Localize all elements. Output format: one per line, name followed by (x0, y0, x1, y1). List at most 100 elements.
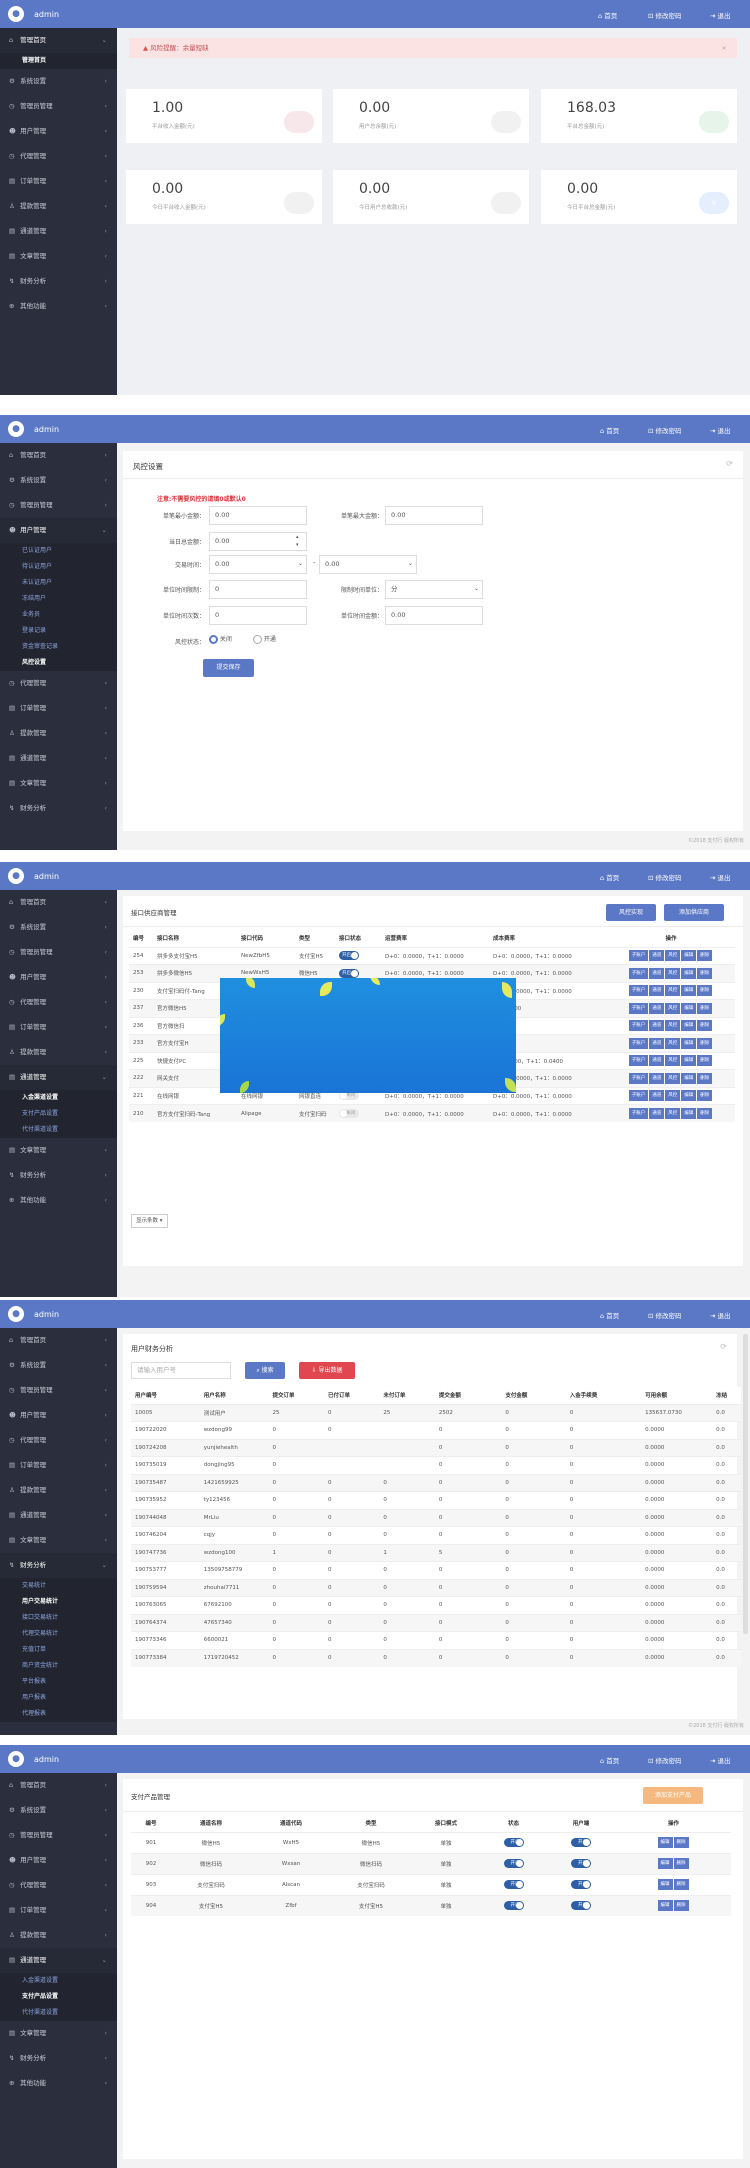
status-toggle[interactable]: 开启 (503, 1838, 524, 1847)
row-action-button[interactable]: 删除 (673, 1900, 689, 1912)
sidebar-item[interactable]: ☻ 用户管理 ‹ (0, 1403, 117, 1428)
sidebar-sub-item[interactable]: 代付渠道设置 (0, 2005, 117, 2021)
row-action-button[interactable]: 删除 (673, 1837, 689, 1848)
add-provider-button[interactable]: 添加供应商 (664, 904, 724, 921)
row-action-button[interactable]: 编辑 (657, 1879, 673, 1890)
sidebar-item[interactable]: ⌂ 管理首页 ‹ (0, 1773, 117, 1798)
refresh-icon[interactable]: ⟳ (726, 459, 733, 468)
row-action-button[interactable]: 通道 (649, 950, 665, 962)
min-amount-input[interactable]: 0.00 (209, 506, 307, 525)
row-action-button[interactable]: 编辑 (657, 1900, 673, 1912)
row-action-button[interactable]: 子账户 (628, 1090, 649, 1102)
add-product-button[interactable]: 添加支付产品 (643, 1787, 703, 1804)
sidebar-item[interactable]: ◷ 管理员管理 ‹ (0, 493, 117, 518)
row-action-button[interactable]: 删除 (673, 1858, 689, 1869)
scrollbar[interactable] (743, 1334, 748, 1634)
export-button[interactable]: ⇩ 导出数据 (299, 1362, 355, 1379)
sidebar-item[interactable]: ⌂ 管理首页 ‹ (0, 890, 117, 915)
row-action-button[interactable]: 风控 (665, 1002, 681, 1014)
row-action-button[interactable]: 编辑 (681, 1020, 697, 1032)
radio-off[interactable]: 关闭 (209, 634, 232, 644)
search-button[interactable]: ⌕ 搜索 (245, 1362, 285, 1379)
sidebar-item[interactable]: ⊕ 其他功能 ‹ (0, 294, 117, 319)
row-action-button[interactable]: 删除 (697, 1090, 713, 1102)
sidebar-sub-item[interactable]: 用户交易统计 (0, 1594, 117, 1610)
sidebar-item[interactable]: ⊕ 其他功能 ‹ (0, 2071, 117, 2096)
unit-amount-input[interactable]: 0.00 (385, 606, 483, 625)
sidebar-item[interactable]: ◷ 代理管理 ‹ (0, 1428, 117, 1453)
user-avatar-icon[interactable]: ● (8, 1306, 24, 1322)
sidebar-item[interactable]: ↯ 财务分析 ‹ (0, 1163, 117, 1188)
sidebar-sub-item[interactable]: 充值订单 (0, 1642, 117, 1658)
status-toggle[interactable]: 开启 (571, 1838, 591, 1847)
user-avatar-icon[interactable]: ● (8, 1751, 24, 1767)
row-action-button[interactable]: 删除 (697, 950, 713, 962)
home-link[interactable]: ⌂ 首页 (600, 1310, 619, 1320)
row-action-button[interactable]: 编辑 (681, 1090, 697, 1102)
row-action-button[interactable]: 风控 (665, 1037, 681, 1049)
status-toggle[interactable]: 关闭 (339, 1109, 359, 1118)
row-action-button[interactable]: 风控 (665, 950, 681, 962)
row-action-button[interactable]: 子账户 (628, 1020, 649, 1032)
row-action-button[interactable]: 删除 (697, 1072, 713, 1084)
sidebar-item[interactable]: ▤ 文章管理 ‹ (0, 771, 117, 796)
unit-time-select[interactable]: 分 (385, 580, 483, 599)
row-action-button[interactable]: 子账户 (628, 1072, 649, 1084)
change-password-link[interactable]: ⊡ 修改密码 (648, 1755, 682, 1765)
sidebar-item[interactable]: ▤ 订单管理 ‹ (0, 169, 117, 194)
radio-on[interactable]: 开通 (253, 634, 276, 644)
row-action-button[interactable]: 子账户 (628, 950, 649, 962)
sidebar-sub-item[interactable]: 资金审查记录 (0, 639, 117, 655)
page-size-select[interactable]: 显示条数 ▾ (131, 1214, 168, 1228)
sidebar-item[interactable]: ⚙ 系统设置 ‹ (0, 915, 117, 940)
time-end-select[interactable]: 0.00 (319, 555, 417, 574)
sidebar-item[interactable]: ♙ 提款管理 ‹ (0, 194, 117, 219)
row-action-button[interactable]: 编辑 (681, 1037, 697, 1049)
row-action-button[interactable]: 风控 (665, 1055, 681, 1067)
row-action-button[interactable]: 删除 (697, 985, 713, 997)
sidebar-item[interactable]: ♙ 提款管理 ‹ (0, 721, 117, 746)
home-link[interactable]: ⌂ 首页 (600, 872, 619, 882)
user-avatar-icon[interactable]: ● (8, 868, 24, 884)
status-toggle[interactable]: 开启 (339, 951, 359, 961)
sidebar-item[interactable]: ▤ 通道管理 ⌄ (0, 1065, 117, 1090)
status-toggle[interactable]: 开启 (503, 1901, 524, 1911)
sidebar-item[interactable]: ⊕ 其他功能 ‹ (0, 1188, 117, 1213)
sidebar-item[interactable]: ↯ 财务分析 ‹ (0, 269, 117, 294)
row-action-button[interactable]: 删除 (697, 1037, 713, 1049)
refresh-icon[interactable]: ⟳ (720, 1342, 727, 1351)
sidebar-sub-item[interactable]: 已认证用户 (0, 543, 117, 559)
sidebar-item[interactable]: ♙ 提款管理 ‹ (0, 1040, 117, 1065)
row-action-button[interactable]: 删除 (697, 1020, 713, 1032)
status-toggle[interactable]: 开启 (339, 968, 359, 978)
logout-link[interactable]: ⇥ 退出 (710, 1755, 731, 1765)
row-action-button[interactable]: 风控 (665, 1090, 681, 1102)
user-search-input[interactable]: 请输入用户号 (131, 1362, 231, 1379)
sidebar-sub-item[interactable]: 用户报表 (0, 1690, 117, 1706)
sidebar-item[interactable]: ☻ 用户管理 ‹ (0, 965, 117, 990)
sidebar-item[interactable]: ▤ 通道管理 ‹ (0, 746, 117, 771)
row-action-button[interactable]: 子账户 (628, 1037, 649, 1049)
unit-limit-input[interactable]: 0 (209, 580, 307, 599)
row-action-button[interactable]: 风控 (665, 985, 681, 997)
sidebar-sub-item[interactable]: 支付产品设置 (0, 1989, 117, 2005)
row-action-button[interactable]: 子账户 (628, 1108, 649, 1119)
sidebar-item[interactable]: ☻ 用户管理 ‹ (0, 1848, 117, 1873)
sidebar-item[interactable]: ◷ 代理管理 ‹ (0, 671, 117, 696)
unit-count-input[interactable]: 0 (209, 606, 307, 625)
row-action-button[interactable]: 风控 (665, 967, 681, 979)
row-action-button[interactable]: 编辑 (681, 967, 697, 979)
sidebar-item[interactable]: ⌂ 管理首页 ‹ (0, 443, 117, 468)
sidebar-item[interactable]: ↯ 财务分析 ‹ (0, 796, 117, 821)
sidebar-sub-item[interactable]: 代理报表 (0, 1706, 117, 1722)
sidebar-item[interactable]: ▤ 通道管理 ⌄ (0, 1948, 117, 1973)
status-toggle[interactable]: 开启 (503, 1880, 524, 1889)
row-action-button[interactable]: 通道 (649, 1072, 665, 1084)
row-action-button[interactable]: 通道 (649, 1055, 665, 1067)
sidebar-item[interactable]: ▤ 订单管理 ‹ (0, 1015, 117, 1040)
row-action-button[interactable]: 通道 (649, 1090, 665, 1102)
home-link[interactable]: ⌂ 首页 (600, 1755, 619, 1765)
sidebar-sub-item[interactable]: 代付渠道设置 (0, 1122, 117, 1138)
row-action-button[interactable]: 编辑 (657, 1858, 673, 1869)
sidebar-sub-item[interactable]: 交易统计 (0, 1578, 117, 1594)
